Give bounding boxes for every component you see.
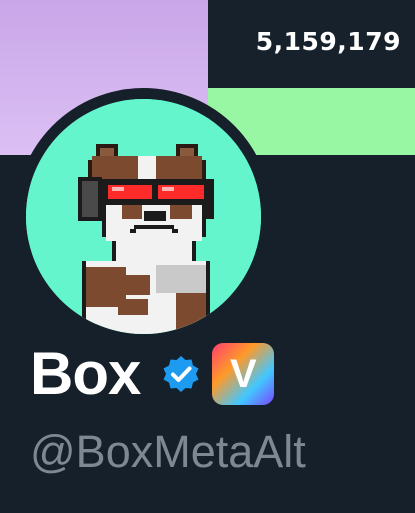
display-name: Box: [30, 340, 141, 407]
name-row: Box V: [30, 340, 275, 407]
verified-badge-icon[interactable]: [162, 355, 200, 393]
banner-count-text: 5,159,179: [255, 27, 401, 56]
username-handle: @BoxMetaAlt: [30, 426, 306, 477]
pixel-dog-icon: [26, 99, 261, 334]
v-badge-letter: V: [230, 351, 257, 396]
avatar[interactable]: [26, 99, 261, 334]
v-badge-icon[interactable]: V: [212, 343, 275, 405]
